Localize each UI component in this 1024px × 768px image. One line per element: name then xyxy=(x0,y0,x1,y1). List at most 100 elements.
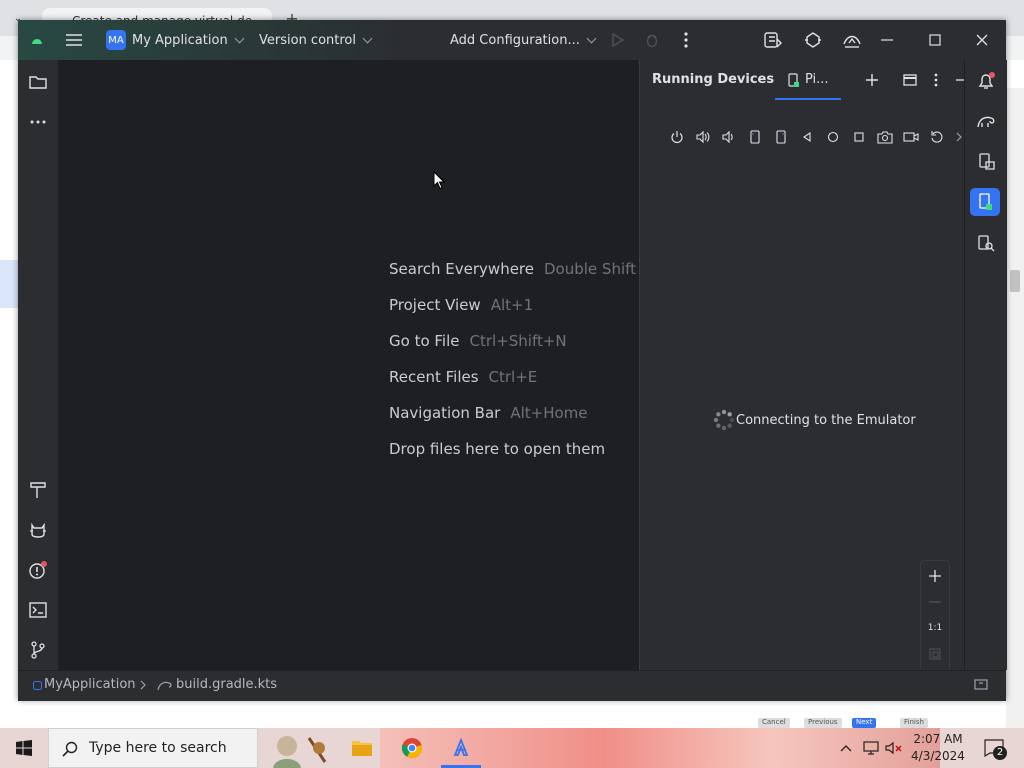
wizard-next-button[interactable]: Next xyxy=(852,718,877,728)
browser-scrollbar[interactable] xyxy=(1006,88,1024,728)
add-device-icon[interactable] xyxy=(862,70,882,90)
actual-size-button[interactable]: 1:1 xyxy=(923,619,947,637)
app-inspection-icon[interactable] xyxy=(802,29,824,51)
minimize-window-icon[interactable] xyxy=(876,30,898,50)
show-hidden-icons-chevron-icon[interactable] xyxy=(838,740,854,756)
device-tab[interactable]: Pi... xyxy=(775,60,841,100)
hint-search-everywhere: Search Everywhere Double Shift xyxy=(389,260,637,278)
zoom-out-icon[interactable] xyxy=(925,593,945,611)
maximize-window-icon[interactable] xyxy=(924,30,946,50)
volume-down-icon[interactable] xyxy=(720,128,738,146)
logcat-icon[interactable] xyxy=(28,520,48,540)
android-studio-logo-icon xyxy=(30,33,44,47)
breadcrumb-project[interactable]: MyApplication xyxy=(44,677,136,692)
android-studio-taskbar-icon[interactable] xyxy=(449,736,473,760)
wizard-previous-button[interactable]: Previous xyxy=(804,718,842,728)
run-icon[interactable] xyxy=(608,30,628,50)
terminal-icon[interactable] xyxy=(28,600,48,620)
debug-icon[interactable] xyxy=(642,30,662,50)
spinner-dot xyxy=(721,409,727,415)
status-widget-icon[interactable] xyxy=(972,677,990,693)
spinner-dot xyxy=(727,412,732,417)
device-inspector-icon[interactable] xyxy=(974,232,998,254)
snapshot-restore-icon[interactable] xyxy=(928,128,946,146)
zoom-in-icon[interactable] xyxy=(925,567,945,585)
loading-spinner-icon xyxy=(712,408,736,432)
windows-start-icon[interactable] xyxy=(0,728,48,768)
panel-options-icon[interactable] xyxy=(926,70,946,90)
clock-date: 4/3/2024 xyxy=(911,749,965,763)
version-control-branch-icon[interactable] xyxy=(28,640,48,660)
hint-go-to-file: Go to File Ctrl+Shift+N xyxy=(389,332,567,350)
device-manager-icon[interactable] xyxy=(762,29,784,51)
volume-up-icon[interactable] xyxy=(694,128,712,146)
spinner-dot xyxy=(727,423,732,428)
running-devices-tool-icon[interactable] xyxy=(970,188,1000,216)
windows-taskbar: Type here to search 2:07 AM 4/3/2024 2 xyxy=(0,728,1024,768)
gradle-file-icon xyxy=(156,677,174,693)
search-highlight-icon xyxy=(262,728,338,768)
mouse-cursor-icon xyxy=(432,170,446,190)
device-file-explorer-icon[interactable] xyxy=(974,150,998,172)
spinner-dot xyxy=(713,417,719,423)
rotate-left-icon[interactable] xyxy=(746,128,764,146)
chevron-right-icon[interactable] xyxy=(954,128,964,146)
notification-count-badge: 2 xyxy=(993,746,1007,760)
android-studio-window: MA My Application Version control Add Co… xyxy=(18,20,1007,701)
fit-screen-icon[interactable] xyxy=(925,645,945,663)
back-icon[interactable] xyxy=(798,128,816,146)
spinner-dot xyxy=(716,423,721,428)
notification-center-icon[interactable]: 2 xyxy=(982,736,1007,760)
sdk-manager-icon[interactable] xyxy=(841,29,863,51)
more-tool-windows-icon[interactable] xyxy=(28,112,48,132)
spinner-dot xyxy=(721,425,727,431)
breadcrumb-file[interactable]: build.gradle.kts xyxy=(176,677,277,692)
notifications-bell-icon[interactable] xyxy=(974,70,998,92)
window-layout-icon[interactable] xyxy=(900,70,920,90)
project-folder-icon[interactable] xyxy=(28,72,48,92)
breadcrumb-separator-icon xyxy=(138,679,148,691)
version-control-selector[interactable]: Version control xyxy=(259,20,373,60)
spinner-dot xyxy=(729,417,735,423)
search-icon xyxy=(61,740,79,758)
status-bar: MyApplication build.gradle.kts xyxy=(18,670,1006,701)
browser-scrollbar-thumb[interactable] xyxy=(1010,270,1020,292)
hint-recent-files: Recent Files Ctrl+E xyxy=(389,368,538,386)
taskbar-search-box[interactable]: Type here to search xyxy=(48,728,258,768)
spinner-dot xyxy=(716,412,721,417)
project-selector[interactable]: MA My Application xyxy=(106,20,245,60)
power-icon[interactable] xyxy=(668,128,686,146)
problems-icon[interactable] xyxy=(28,560,48,580)
main-menu-icon[interactable] xyxy=(64,30,84,50)
hint-drop-files: Drop files here to open them xyxy=(389,440,606,458)
wizard-finish-button[interactable]: Finish xyxy=(900,718,928,728)
editor-area[interactable]: Search Everywhere Double Shift Project Vi… xyxy=(59,60,639,670)
running-devices-panel: Running Devices Pi... Connecting to the … xyxy=(640,60,968,672)
screen-record-icon[interactable] xyxy=(902,128,920,146)
run-configuration-selector[interactable]: Add Configuration... xyxy=(450,20,597,60)
device-tab-icon xyxy=(787,72,801,88)
close-window-icon[interactable] xyxy=(971,30,993,50)
zoom-controls: 1:1 xyxy=(920,560,950,672)
chrome-icon[interactable] xyxy=(400,736,424,760)
clock-time: 2:07 AM xyxy=(913,732,963,746)
version-control-label: Version control xyxy=(259,32,356,48)
overview-icon[interactable] xyxy=(850,128,868,146)
rotate-right-icon[interactable] xyxy=(772,128,790,146)
running-devices-title: Running Devices xyxy=(652,72,775,87)
file-explorer-icon[interactable] xyxy=(350,736,374,760)
chevron-down-icon xyxy=(586,33,597,43)
wizard-cancel-button[interactable]: Cancel xyxy=(758,718,790,728)
system-clock[interactable]: 2:07 AM 4/3/2024 xyxy=(906,731,970,765)
hint-navigation-bar: Navigation Bar Alt+Home xyxy=(389,404,588,422)
screenshot-camera-icon[interactable] xyxy=(876,128,894,146)
more-actions-icon[interactable] xyxy=(676,30,696,50)
volume-muted-icon[interactable] xyxy=(884,740,904,756)
build-hammer-icon[interactable] xyxy=(28,480,48,500)
hint-project-view: Project View Alt+1 xyxy=(389,296,534,314)
gradle-elephant-icon[interactable] xyxy=(974,110,998,132)
network-icon[interactable] xyxy=(862,740,880,756)
home-icon[interactable] xyxy=(824,128,842,146)
device-tab-label: Pi... xyxy=(805,72,829,87)
browser-selected-nav xyxy=(0,260,18,308)
